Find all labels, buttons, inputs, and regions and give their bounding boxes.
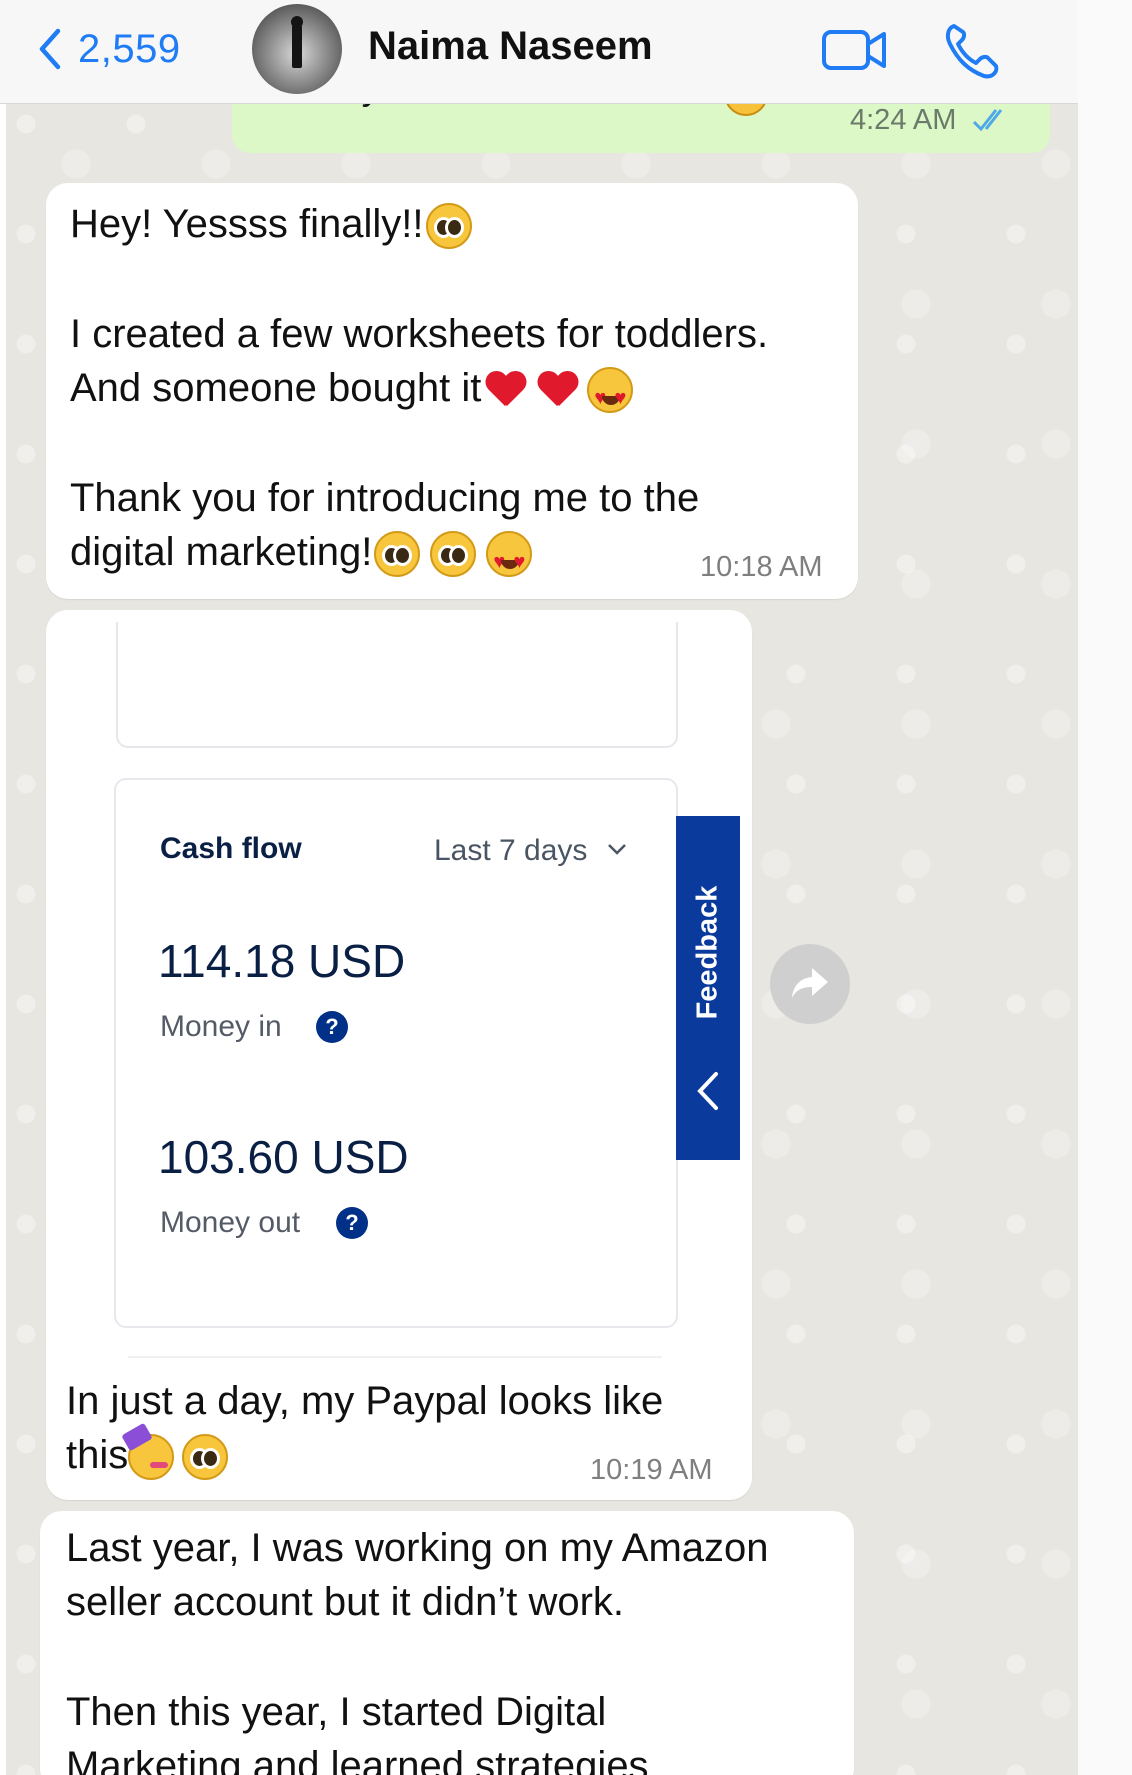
heart-eyes-emoji-icon	[587, 367, 634, 425]
red-heart-emoji-icon	[537, 370, 579, 410]
message-text-line: In just a day, my Paypal looks like	[66, 1379, 664, 1423]
message-text-line: And someone bought it	[70, 361, 634, 425]
feedback-label: Feedback	[691, 885, 724, 1020]
message-text-line: this	[66, 1428, 229, 1482]
outgoing-message-time: 4:24 AM	[850, 104, 957, 136]
incoming-image-message[interactable]	[46, 610, 752, 1500]
date-range-select[interactable]: Last 7 days	[434, 834, 587, 868]
pleading-face-emoji-icon	[374, 531, 421, 578]
chevron-down-icon	[608, 844, 626, 855]
incoming-message[interactable]: Hey! Yessss finally!! I created a few wo…	[46, 183, 858, 599]
double-check-icon	[972, 109, 1003, 132]
money-in-amount: 114.18 USD	[158, 935, 406, 987]
message-text-line: seller account but it didn’t work.	[66, 1580, 625, 1624]
screen-edge	[1078, 0, 1132, 1775]
chat-screen: Made your first sale???? 4:24 AM 2,559 N…	[0, 0, 1132, 1775]
forward-arrow-icon	[792, 968, 828, 998]
chevron-left-icon	[697, 1072, 718, 1110]
chat-header: 2,559 Naima Naseem	[0, 0, 1078, 104]
message-time: 10:18 AM	[700, 551, 823, 583]
incoming-message[interactable]: Last year, I was working on my Amazon se…	[40, 1511, 854, 1775]
money-out-amount: 103.60 USD	[158, 1131, 409, 1183]
message-text-line: Then this year, I started Digital	[66, 1690, 607, 1734]
help-icon[interactable]: ?	[316, 1011, 348, 1043]
message-text-line: Thank you for introducing me to the	[70, 476, 700, 520]
back-button[interactable]: 2,559	[36, 26, 181, 72]
message-time: 10:19 AM	[590, 1454, 713, 1486]
chevron-left-icon	[39, 28, 61, 70]
message-text-line: digital marketing!	[70, 525, 533, 589]
money-out-label: Money out	[160, 1206, 301, 1239]
pleading-face-emoji-icon	[430, 531, 477, 578]
heart-eyes-emoji-icon	[486, 531, 533, 589]
message-text-line: Marketing and learned strategies	[66, 1744, 649, 1775]
phone-icon[interactable]	[944, 20, 1000, 80]
cash-flow-title: Cash flow	[160, 832, 302, 865]
contact-avatar[interactable]	[252, 4, 342, 94]
red-heart-emoji-icon	[485, 370, 527, 410]
forward-button[interactable]	[770, 944, 850, 1024]
help-icon[interactable]: ?	[336, 1207, 368, 1239]
money-in-label: Money in	[160, 1010, 282, 1043]
message-text-line: Last year, I was working on my Amazon	[66, 1526, 769, 1570]
contact-name[interactable]: Naima Naseem	[368, 24, 653, 69]
video-camera-icon[interactable]	[820, 22, 890, 78]
unread-count: 2,559	[78, 26, 181, 71]
pleading-face-emoji-icon	[182, 1434, 229, 1481]
message-text-line: I created a few worksheets for toddlers.	[70, 312, 769, 356]
pleading-face-emoji-icon	[425, 203, 472, 250]
screenshot-bottom-edge	[128, 1356, 662, 1358]
feedback-tab[interactable]: Feedback	[676, 816, 740, 1160]
message-text-line: Hey! Yessss finally!!	[70, 197, 472, 251]
partying-face-emoji-icon	[128, 1434, 175, 1481]
screenshot-top-card	[116, 622, 678, 748]
